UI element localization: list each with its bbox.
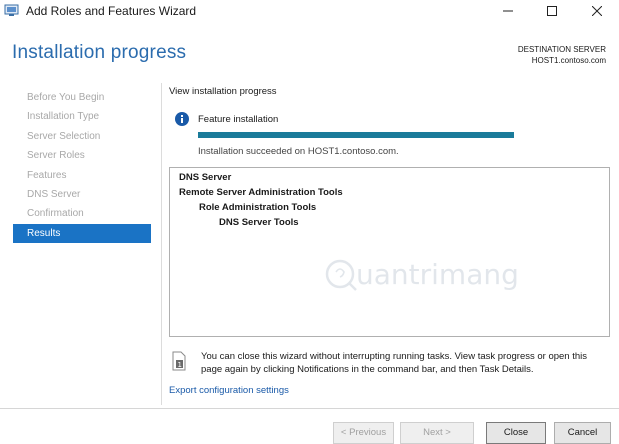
sidebar-divider <box>161 83 162 405</box>
previous-button[interactable]: < Previous <box>333 422 394 444</box>
maximize-icon <box>547 6 557 16</box>
window-title: Add Roles and Features Wizard <box>26 4 197 18</box>
sidebar-item-dns-server: DNS Server <box>27 188 81 200</box>
destination-server: DESTINATION SERVER HOST1.contoso.com <box>518 44 606 66</box>
export-configuration-link[interactable]: Export configuration settings <box>169 385 289 396</box>
close-wizard-note: You can close this wizard without interr… <box>201 351 588 375</box>
title-bar: Add Roles and Features Wizard <box>0 0 619 22</box>
sidebar-item-installation-type: Installation Type <box>27 111 100 123</box>
minimize-icon <box>503 10 513 12</box>
sidebar-item-results[interactable]: Results <box>13 223 151 244</box>
installation-status: Installation succeeded on HOST1.contoso.… <box>198 146 399 157</box>
wizard-steps-sidebar: Before You Begin Installation Type Serve… <box>13 88 151 244</box>
result-item: Remote Server Administration Tools <box>179 187 343 198</box>
page-title: Installation progress <box>12 42 187 63</box>
svg-text:1: 1 <box>178 361 182 369</box>
view-progress-label: View installation progress <box>169 86 277 97</box>
cancel-button[interactable]: Cancel <box>554 422 611 444</box>
next-button[interactable]: Next > <box>400 422 474 444</box>
info-icon <box>175 112 189 126</box>
sidebar-item-before-you-begin: Before You Begin <box>27 92 105 103</box>
svg-text:uantrimang: uantrimang <box>356 258 519 291</box>
sidebar-item-server-roles: Server Roles <box>27 150 85 162</box>
note-icon: 1 <box>172 351 186 371</box>
destination-label: DESTINATION SERVER <box>517 45 606 54</box>
server-manager-icon <box>4 4 19 16</box>
result-item: DNS Server <box>179 172 232 183</box>
sidebar-item-confirmation: Confirmation <box>27 208 84 220</box>
wizard-footer: < Previous Next > Close Cancel <box>0 409 619 444</box>
watermark-logo: uantrimang <box>325 258 519 291</box>
close-icon <box>592 6 602 16</box>
result-item: Role Administration Tools <box>199 202 317 213</box>
close-window-button[interactable] <box>575 0 619 22</box>
progress-fill <box>198 132 514 138</box>
close-button[interactable]: Close <box>486 422 546 444</box>
minimize-button[interactable] <box>486 0 530 22</box>
result-item: DNS Server Tools <box>219 217 299 228</box>
destination-host: HOST1.contoso.com <box>531 56 606 65</box>
feature-installation-label: Feature installation <box>198 114 279 125</box>
sidebar-item-server-selection: Server Selection <box>27 130 101 142</box>
maximize-button[interactable] <box>530 0 574 22</box>
sidebar-item-features: Features <box>27 169 67 181</box>
installation-progress-bar <box>198 132 514 138</box>
